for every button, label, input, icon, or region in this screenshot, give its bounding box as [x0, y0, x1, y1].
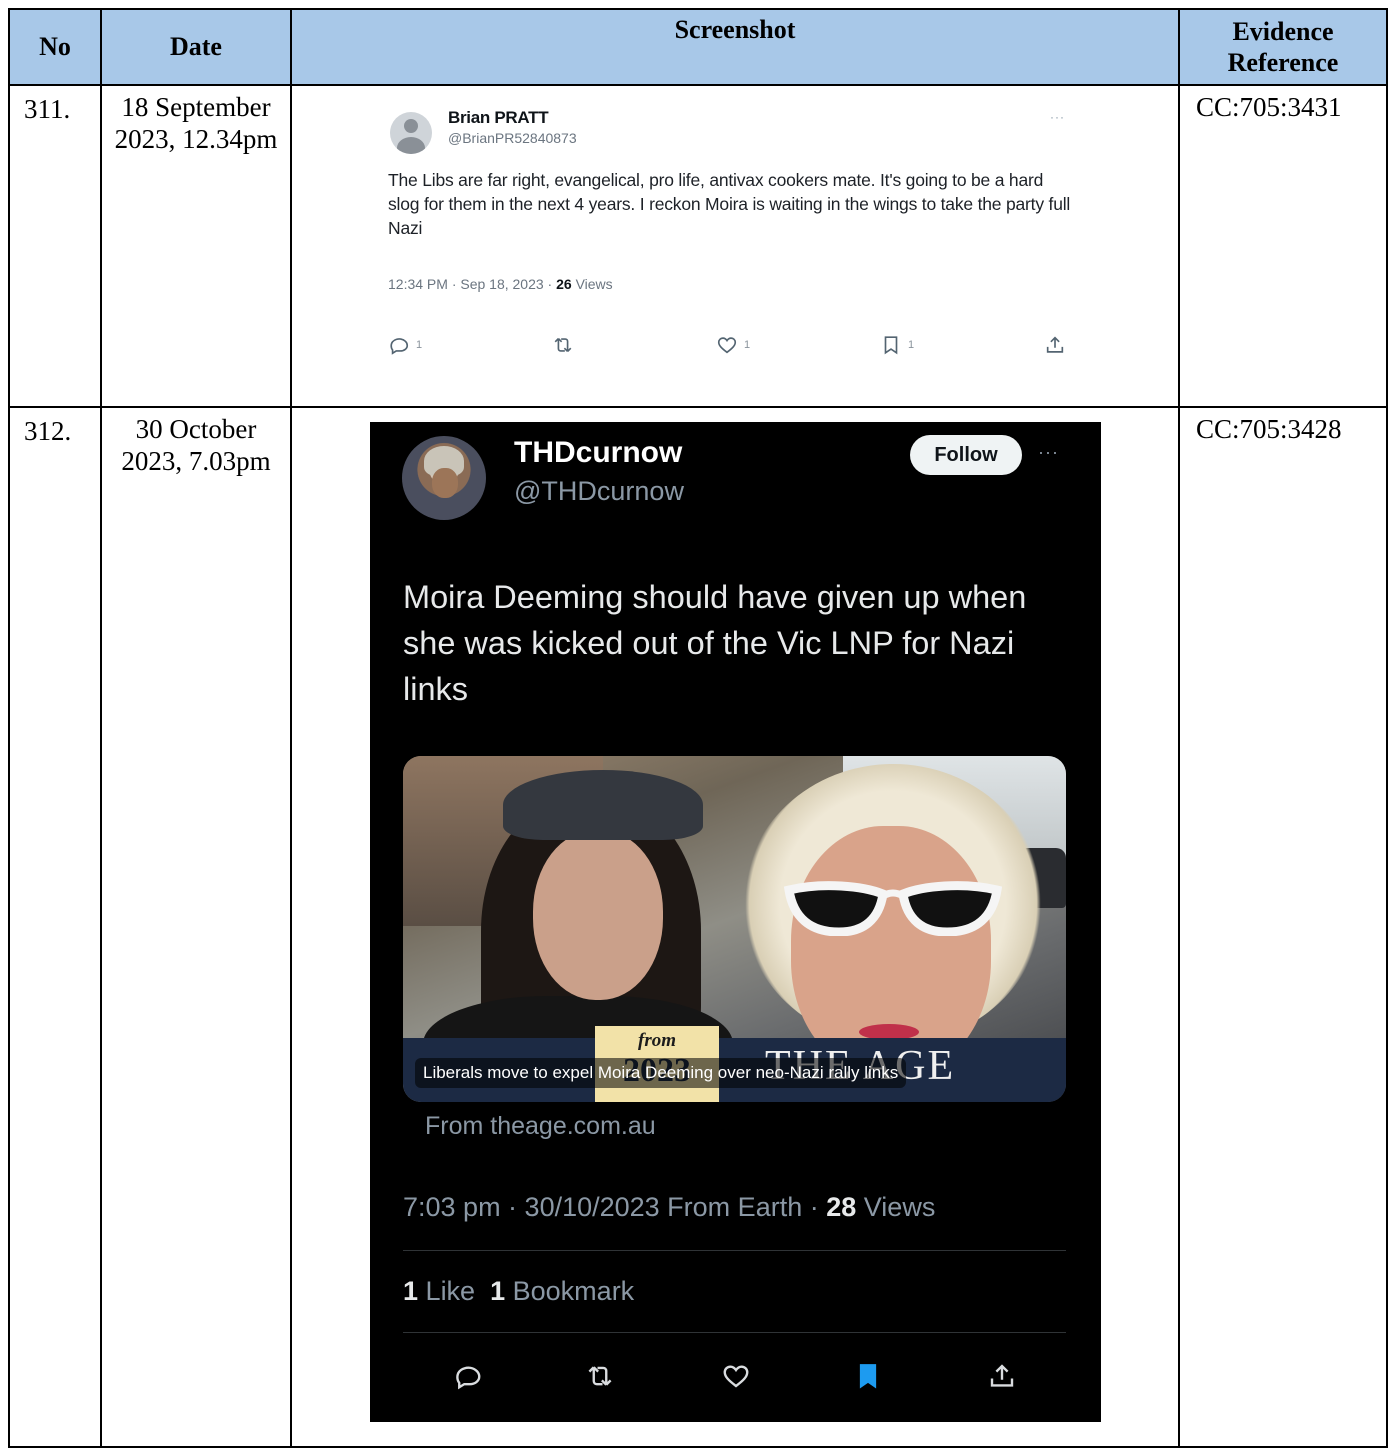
header-reference: Evidence Reference — [1178, 8, 1388, 86]
header-date: Date — [100, 8, 292, 86]
tweet-text: Moira Deeming should have given up when … — [403, 579, 1027, 707]
divider — [403, 1250, 1066, 1251]
reply-icon: 1 — [388, 330, 422, 360]
retweet-icon — [580, 1356, 620, 1396]
share-icon — [982, 1356, 1022, 1396]
bookmark-icon: 1 — [880, 330, 914, 360]
evidence-table: No Date Screenshot Evidence Reference 31… — [8, 8, 1388, 1448]
bookmark-label: Bookmark — [512, 1276, 635, 1306]
screenshot-cell: Brian PRATT @BrianPR52840873 ··· The Lib… — [290, 84, 1180, 408]
tweet-author-handle: @BrianPR52840873 — [448, 130, 577, 146]
retweet-icon — [552, 330, 574, 360]
like-label: Like — [425, 1276, 476, 1306]
views-label: Views — [863, 1192, 936, 1222]
tweet-meta: 12:34 PM · Sep 18, 2023 · 26 Views — [388, 276, 613, 292]
bookmark-count: 1 — [908, 339, 915, 351]
bookmark-fill — [859, 1364, 877, 1389]
from-label: from — [638, 1030, 676, 1051]
share-icon — [1044, 330, 1066, 360]
like-icon — [716, 1356, 756, 1396]
follow-button: Follow — [910, 435, 1022, 475]
more-options-icon: ··· — [1050, 110, 1065, 124]
sunglasses-graphic — [783, 881, 1003, 936]
more-options-icon: ··· — [1038, 442, 1059, 462]
views-count: 28 — [826, 1192, 857, 1222]
tweet-timestamp: 7:03 pm · 30/10/2023 From Earth · — [403, 1192, 827, 1222]
row-date: 18 September 2023, 12.34pm — [100, 84, 292, 408]
row-date: 30 October 2023, 7.03pm — [100, 406, 292, 1448]
row-number: 312. — [8, 406, 102, 1448]
avatar — [402, 436, 486, 520]
avatar — [390, 112, 432, 154]
tweet-author-handle: @THDcurnow — [514, 476, 684, 506]
reply-count: 1 — [416, 339, 423, 351]
tweet-screenshot-light: Brian PRATT @BrianPR52840873 ··· The Lib… — [388, 100, 1088, 394]
header-no: No — [8, 8, 102, 86]
header-screenshot: Screenshot — [290, 8, 1180, 86]
tweet-screenshot-dark: THDcurnow @THDcurnow Follow ··· Moira De… — [370, 422, 1101, 1422]
tweet-author-name: THDcurnow — [514, 436, 683, 469]
table-row: 311. 18 September 2023, 12.34pm Brian PR… — [8, 84, 1388, 408]
reply-icon — [448, 1356, 488, 1396]
screenshot-cell: THDcurnow @THDcurnow Follow ··· Moira De… — [290, 406, 1180, 1448]
like-icon: 1 — [716, 330, 750, 360]
evidence-reference: CC:705:3428 — [1178, 406, 1388, 1448]
tweet-meta: 7:03 pm · 30/10/2023 From Earth · 28 Vie… — [403, 1192, 935, 1223]
like-count: 1 — [744, 339, 751, 351]
divider — [403, 1332, 1066, 1333]
table-row: 312. 30 October 2023, 7.03pm THDcurnow @… — [8, 406, 1388, 1448]
tweet-author-name: Brian PRATT — [448, 108, 549, 127]
views-label: Views — [575, 276, 613, 292]
views-count: 26 — [556, 276, 572, 292]
bookmark-count: 1 — [490, 1276, 506, 1306]
card-source: From theage.com.au — [425, 1112, 656, 1140]
row-number: 311. — [8, 84, 102, 408]
tweet-actions: 1 1 1 — [388, 330, 1078, 360]
like-count: 1 — [403, 1276, 419, 1306]
tweet-timestamp: 12:34 PM · Sep 18, 2023 · — [388, 276, 557, 292]
bookmark-filled-icon — [848, 1356, 888, 1396]
evidence-reference: CC:705:3431 — [1178, 84, 1388, 408]
card-headline: Liberals move to expel Moira Deeming ove… — [415, 1058, 907, 1088]
tweet-stats: 1 Like 1 Bookmark — [403, 1276, 634, 1307]
tweet-text: The Libs are far right, evangelical, pro… — [388, 170, 1071, 238]
link-preview-card: from 2023 THE AGE Liberals move to expel… — [403, 756, 1066, 1102]
header-row: No Date Screenshot Evidence Reference — [8, 8, 1388, 86]
